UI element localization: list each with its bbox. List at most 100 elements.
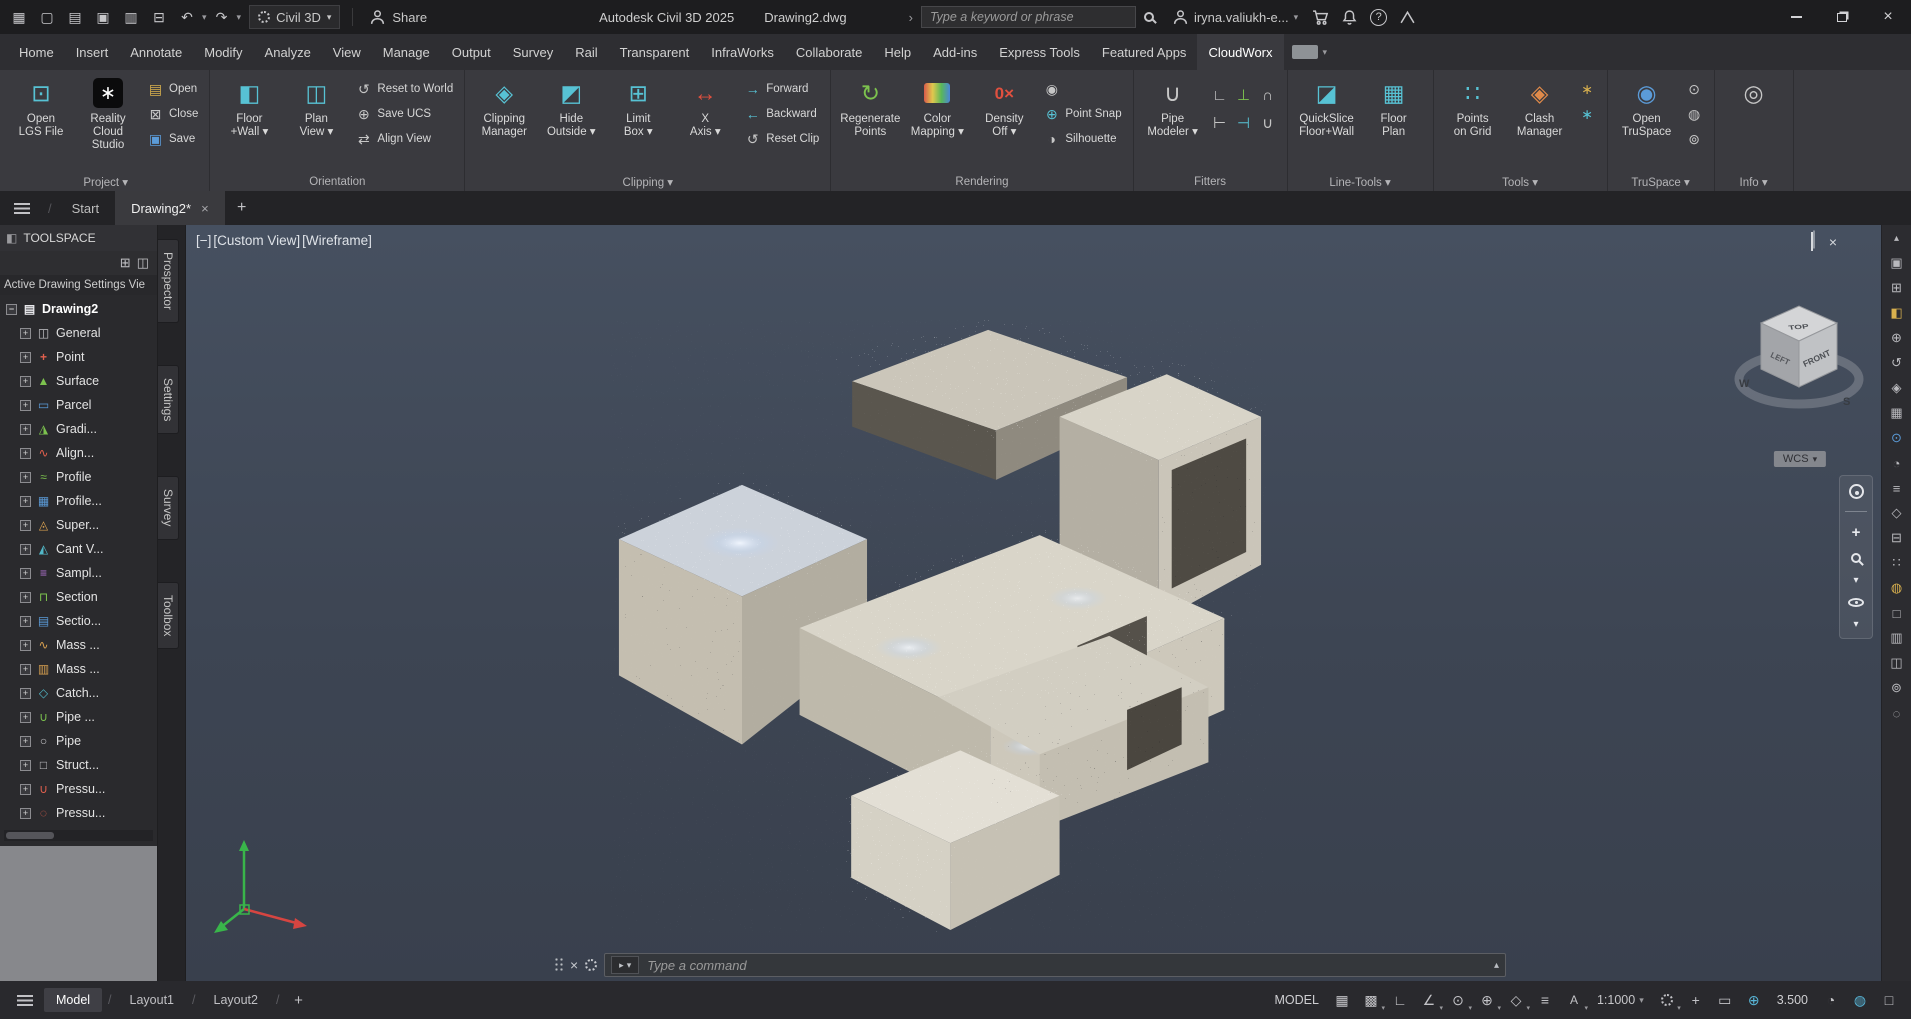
clip-forward-button[interactable]: Forward: [740, 77, 823, 101]
tree-item-mass-haul-line[interactable]: Mass ...: [0, 633, 157, 657]
expand-icon[interactable]: [20, 784, 31, 795]
tree-item-grading[interactable]: Gradi...: [0, 417, 157, 441]
command-input[interactable]: [647, 958, 1486, 973]
panel-label-truspace[interactable]: TruSpace ▾: [1608, 172, 1714, 191]
truspace-sync-button[interactable]: [1682, 102, 1707, 126]
zoom-dropdown-icon[interactable]: [1853, 575, 1858, 586]
render-snapshot-button[interactable]: [1039, 77, 1125, 101]
viewport-visual-style-control[interactable]: [Wireframe]: [302, 233, 372, 248]
grid-display-toggle[interactable]: [1330, 988, 1354, 1012]
tab-annotate[interactable]: Annotate: [119, 34, 193, 70]
new-layout-button[interactable]: [285, 992, 311, 1009]
tree-item-profile[interactable]: Profile: [0, 465, 157, 489]
tab-toolbox[interactable]: Toolbox: [158, 582, 179, 649]
drawing-viewport[interactable]: [−] [Custom View] [Wireframe] ×: [186, 225, 1881, 981]
expand-icon[interactable]: [20, 712, 31, 723]
panel-label-orientation[interactable]: Orientation: [210, 172, 464, 191]
units-button[interactable]: [1713, 988, 1737, 1012]
toolspace-horizontal-scrollbar[interactable]: [4, 830, 153, 841]
redo-button[interactable]: [209, 4, 235, 30]
info-button[interactable]: [1722, 73, 1786, 172]
elbow-fitting-button[interactable]: [1208, 81, 1232, 109]
redo-dropdown-icon[interactable]: [237, 12, 242, 23]
command-bar-grip[interactable]: [554, 957, 563, 973]
tree-item-pressure-network[interactable]: Pressu...: [0, 777, 157, 801]
tab-transparent[interactable]: Transparent: [609, 34, 701, 70]
tab-modify[interactable]: Modify: [193, 34, 253, 70]
tab-rail[interactable]: Rail: [564, 34, 608, 70]
tab-help[interactable]: Help: [873, 34, 922, 70]
tree-item-cant-view[interactable]: Cant V...: [0, 537, 157, 561]
panel-label-project[interactable]: Project ▾: [2, 172, 209, 191]
tree-item-section-view[interactable]: Sectio...: [0, 609, 157, 633]
tab-collaborate[interactable]: Collaborate: [785, 34, 874, 70]
tab-insert[interactable]: Insert: [65, 34, 120, 70]
expand-icon[interactable]: [20, 352, 31, 363]
tab-survey[interactable]: Survey: [502, 34, 564, 70]
panel-label-line-tools[interactable]: Line-Tools ▾: [1288, 172, 1433, 191]
side-tool-icon[interactable]: ⊕: [1887, 329, 1907, 347]
density-off-button[interactable]: DensityOff ▾: [972, 73, 1036, 172]
align-view-button[interactable]: Align View: [351, 127, 457, 151]
reset-to-world-button[interactable]: Reset to World: [351, 77, 457, 101]
tree-item-pipe-network[interactable]: Pipe ...: [0, 705, 157, 729]
isometric-drafting-toggle[interactable]: ▾: [1504, 988, 1528, 1012]
side-tool-icon[interactable]: ⊟: [1887, 529, 1907, 547]
toolspace-header[interactable]: TOOLSPACE: [0, 225, 157, 251]
orbit-icon[interactable]: [1848, 598, 1864, 607]
tree-item-alignment[interactable]: Align...: [0, 441, 157, 465]
item-view-button[interactable]: [120, 255, 131, 271]
tab-output[interactable]: Output: [441, 34, 502, 70]
command-close-icon[interactable]: [570, 957, 578, 973]
reality-cloud-studio-button[interactable]: Reality CloudStudio: [76, 73, 140, 172]
side-tool-icon[interactable]: ⊙: [1887, 429, 1907, 447]
side-tool-icon[interactable]: ◧: [1887, 304, 1907, 322]
bend-fitting-button[interactable]: [1256, 81, 1280, 109]
pipe-modeler-button[interactable]: PipeModeler ▾: [1141, 73, 1205, 172]
coupling-fitting-button[interactable]: [1256, 109, 1280, 137]
close-tab-icon[interactable]: [201, 201, 209, 216]
floor-plan-button[interactable]: FloorPlan: [1362, 73, 1426, 172]
geographic-location-icon[interactable]: [1742, 988, 1766, 1012]
app-menu-button[interactable]: [6, 4, 32, 30]
share-button[interactable]: Share: [369, 9, 427, 26]
tree-item-pressure-part[interactable]: Pressu...: [0, 801, 157, 825]
pan-icon[interactable]: [1852, 524, 1861, 541]
expand-icon[interactable]: [20, 760, 31, 771]
plan-view-button[interactable]: PlanView ▾: [284, 73, 348, 172]
tree-item-superelevation[interactable]: Super...: [0, 513, 157, 537]
command-history-toggle-icon[interactable]: [1494, 960, 1499, 971]
tab-home[interactable]: Home: [8, 34, 65, 70]
expand-icon[interactable]: [20, 448, 31, 459]
side-tool-icon[interactable]: ▥: [1887, 629, 1907, 647]
autodesk-logo-icon[interactable]: [1399, 9, 1416, 26]
close-project-button[interactable]: Close: [143, 102, 202, 126]
notification-bell-icon[interactable]: [1341, 9, 1358, 26]
collapse-icon[interactable]: [6, 304, 17, 315]
tree-item-pipe[interactable]: Pipe: [0, 729, 157, 753]
expand-icon[interactable]: [20, 520, 31, 531]
tee-fitting-button[interactable]: [1232, 81, 1256, 109]
tree-item-mass-haul-view[interactable]: Mass ...: [0, 657, 157, 681]
ribbon-display-toggle[interactable]: [1292, 34, 1328, 70]
user-account-button[interactable]: iryna.valiukh-e...: [1172, 9, 1298, 26]
plot-button[interactable]: [146, 4, 172, 30]
tab-prospector[interactable]: Prospector: [158, 239, 179, 323]
scrollbar-thumb[interactable]: [6, 832, 54, 839]
expand-icon[interactable]: [20, 664, 31, 675]
expand-icon[interactable]: [20, 544, 31, 555]
tab-settings[interactable]: Settings: [158, 365, 179, 434]
expand-icon[interactable]: [20, 400, 31, 411]
tab-drawing2[interactable]: Drawing2*: [115, 191, 225, 225]
tab-view[interactable]: View: [322, 34, 372, 70]
quick-properties-toggle[interactable]: [1819, 988, 1843, 1012]
valve-fitting-button[interactable]: [1232, 109, 1256, 137]
window-restore-button[interactable]: [1819, 0, 1865, 34]
viewport-minimize-control[interactable]: [−]: [196, 233, 211, 248]
expand-icon[interactable]: [20, 808, 31, 819]
tab-manage[interactable]: Manage: [372, 34, 441, 70]
tab-express-tools[interactable]: Express Tools: [988, 34, 1091, 70]
annotation-scale-selector[interactable]: 1:1000: [1597, 993, 1644, 1007]
side-tool-icon[interactable]: ◌: [1887, 704, 1907, 722]
command-customize-icon[interactable]: [585, 959, 597, 971]
